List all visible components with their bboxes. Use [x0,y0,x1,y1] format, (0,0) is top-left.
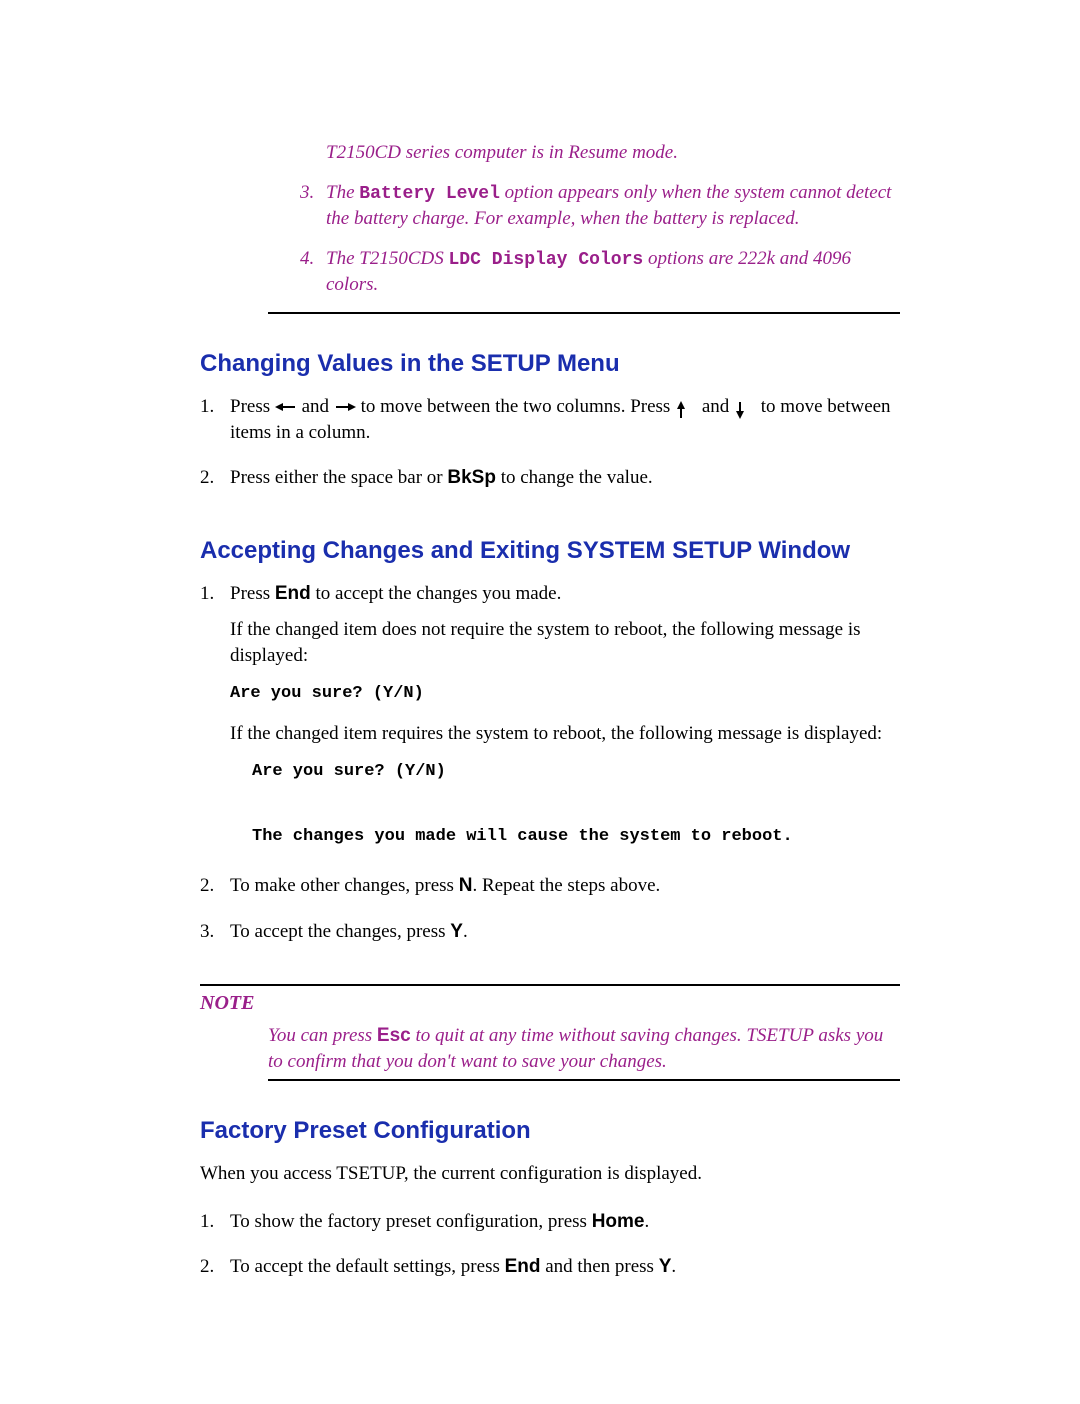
top-notes: T2150CD series computer is in Resume mod… [200,140,900,298]
key-label: End [275,583,311,604]
key-label: N [459,875,473,896]
note-number: 3. [300,180,326,232]
code-block: Are you sure? (Y/N) [230,678,900,710]
divider [268,1079,900,1081]
step-content: Press and to move between the two column… [230,394,900,455]
key-label: BkSp [447,467,496,488]
note-item-4: 4. The T2150CDS LDC Display Colors optio… [300,246,900,298]
divider [268,312,900,314]
step-item: 2. To accept the default settings, press… [200,1254,900,1290]
divider [200,984,900,986]
step-item: 3. To accept the changes, press Y. [200,919,900,955]
key-label: End [505,1256,541,1277]
step-content: To accept the default settings, press En… [230,1254,900,1290]
step-number: 3. [200,919,230,955]
key-label: Home [592,1211,645,1232]
note-label: NOTE [200,990,900,1017]
note-text: The Battery Level option appears only wh… [326,180,900,232]
steps-accepting-changes: 1. Press End to accept the changes you m… [200,581,900,954]
heading-changing-values: Changing Values in the SETUP Menu [200,348,900,380]
step-item: 2. Press either the space bar or BkSp to… [200,465,900,501]
step-number: 2. [200,465,230,501]
code-block: Are you sure? (Y/N) The changes you made… [252,756,900,853]
key-label: Y [450,921,463,942]
key-label: Esc [377,1025,411,1046]
steps-factory-preset: 1. To show the factory preset configurat… [200,1209,900,1290]
heading-factory-preset: Factory Preset Configuration [200,1115,900,1147]
arrow-right-icon [334,401,356,415]
note-resume: T2150CD series computer is in Resume mod… [300,140,900,166]
step-item: 1. Press End to accept the changes you m… [200,581,900,863]
step-item: 2. To make other changes, press N. Repea… [200,873,900,909]
arrow-down-icon [734,401,756,415]
arrow-left-icon [275,401,297,415]
step-content: Press either the space bar or BkSp to ch… [230,465,900,501]
step-number: 1. [200,581,230,863]
step-number: 2. [200,1254,230,1290]
step-content: To accept the changes, press Y. [230,919,900,955]
step-content: To show the factory preset configuration… [230,1209,900,1245]
note-number: 4. [300,246,326,298]
paragraph: If the changed item requires the system … [230,721,900,747]
step-item: 1. Press and to move between the two col… [200,394,900,455]
step-item: 1. To show the factory preset configurat… [200,1209,900,1245]
arrow-up-icon [675,401,697,415]
step-content: Press End to accept the changes you made… [230,581,900,863]
steps-changing-values: 1. Press and to move between the two col… [200,394,900,501]
step-number: 1. [200,394,230,455]
note-text: T2150CD series computer is in Resume mod… [326,140,900,166]
paragraph: If the changed item does not require the… [230,617,900,668]
intro-text: When you access TSETUP, the current conf… [200,1161,900,1187]
code-text: Battery Level [359,184,500,204]
heading-accepting-changes: Accepting Changes and Exiting SYSTEM SET… [200,535,900,567]
step-number: 2. [200,873,230,909]
note-body: You can press Esc to quit at any time wi… [200,1023,900,1074]
note-item-3: 3. The Battery Level option appears only… [300,180,900,232]
note-block: NOTE You can press Esc to quit at any ti… [200,984,900,1080]
code-text: LDC Display Colors [448,250,643,270]
note-text: The T2150CDS LDC Display Colors options … [326,246,900,298]
step-number: 1. [200,1209,230,1245]
step-content: To make other changes, press N. Repeat t… [230,873,900,909]
key-label: Y [659,1256,672,1277]
